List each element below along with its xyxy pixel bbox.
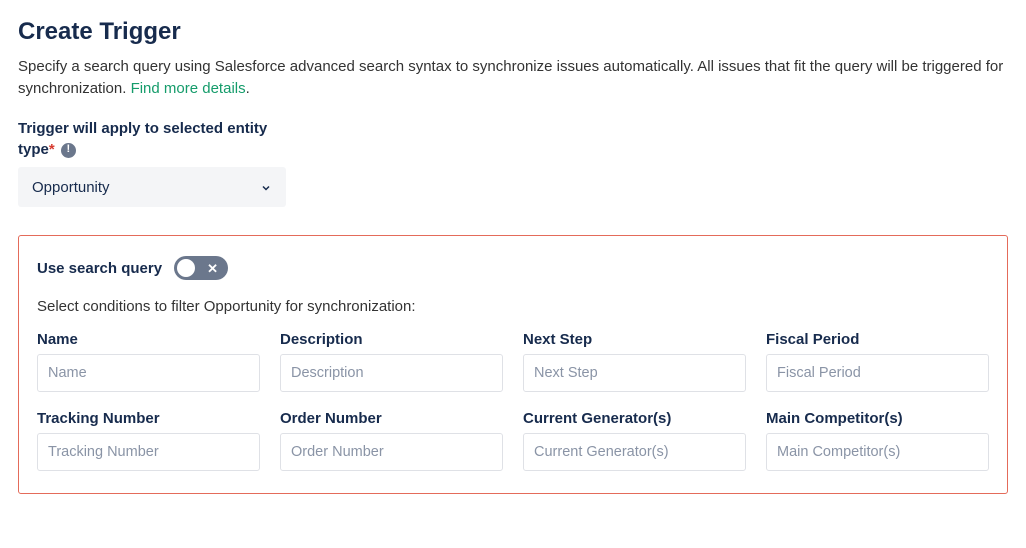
field-next-step: Next Step: [523, 331, 746, 392]
field-tracking-number: Tracking Number: [37, 410, 260, 471]
fiscal-period-input[interactable]: [766, 354, 989, 392]
search-query-toggle-row: Use search query ✕: [37, 256, 989, 280]
tracking-number-input[interactable]: [37, 433, 260, 471]
field-current-generators: Current Generator(s): [523, 410, 746, 471]
close-icon: ✕: [207, 262, 218, 275]
conditions-panel: Use search query ✕ Select conditions to …: [18, 235, 1008, 494]
conditions-description: Select conditions to filter Opportunity …: [37, 298, 989, 315]
search-query-toggle[interactable]: ✕: [174, 256, 228, 280]
order-number-input[interactable]: [280, 433, 503, 471]
find-more-details-link[interactable]: Find more details: [131, 80, 246, 97]
entity-type-label: Trigger will apply to selected entity ty…: [18, 118, 298, 162]
main-competitors-input[interactable]: [766, 433, 989, 471]
name-input[interactable]: [37, 354, 260, 392]
info-icon[interactable]: !: [61, 143, 76, 158]
toggle-knob: [177, 259, 195, 277]
required-marker: *: [49, 141, 55, 158]
field-label: Current Generator(s): [523, 410, 746, 427]
conditions-grid: Name Description Next Step Fiscal Period…: [37, 331, 989, 471]
field-fiscal-period: Fiscal Period: [766, 331, 989, 392]
current-generators-input[interactable]: [523, 433, 746, 471]
entity-type-label-line1: Trigger will apply to selected entity: [18, 120, 267, 137]
field-label: Main Competitor(s): [766, 410, 989, 427]
description-input[interactable]: [280, 354, 503, 392]
page-title: Create Trigger: [18, 18, 1008, 46]
page-description: Specify a search query using Salesforce …: [18, 56, 1008, 100]
entity-type-selected-value: Opportunity: [32, 179, 110, 196]
entity-type-label-line2: type: [18, 141, 49, 158]
search-query-toggle-label: Use search query: [37, 260, 162, 277]
description-suffix: .: [246, 80, 250, 97]
chevron-down-icon: [260, 181, 272, 193]
field-label: Tracking Number: [37, 410, 260, 427]
next-step-input[interactable]: [523, 354, 746, 392]
field-name: Name: [37, 331, 260, 392]
field-label: Name: [37, 331, 260, 348]
field-label: Fiscal Period: [766, 331, 989, 348]
field-main-competitors: Main Competitor(s): [766, 410, 989, 471]
field-description: Description: [280, 331, 503, 392]
field-label: Order Number: [280, 410, 503, 427]
entity-type-select[interactable]: Opportunity: [18, 167, 286, 207]
field-order-number: Order Number: [280, 410, 503, 471]
field-label: Next Step: [523, 331, 746, 348]
field-label: Description: [280, 331, 503, 348]
